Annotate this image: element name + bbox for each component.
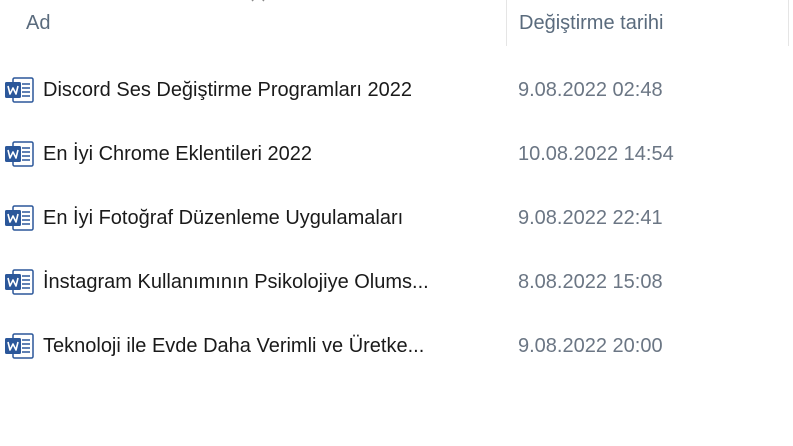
column-header-divider[interactable] bbox=[788, 0, 793, 46]
column-header-name[interactable]: Ad bbox=[0, 0, 506, 46]
word-document-icon bbox=[5, 205, 34, 231]
file-name: Discord Ses Değiştirme Programları 2022 bbox=[43, 79, 413, 101]
column-header-bar: Ad Değiştirme tarihi bbox=[0, 0, 793, 46]
file-name: En İyi Chrome Eklentileri 2022 bbox=[43, 143, 313, 165]
file-row[interactable]: En İyi Fotoğraf Düzenleme Uygulamaları 9… bbox=[0, 186, 793, 250]
file-modified-date: 9.08.2022 20:00 bbox=[518, 335, 663, 357]
file-row[interactable]: İnstagram Kullanımının Psikolojiye Olums… bbox=[0, 250, 793, 314]
file-row[interactable]: En İyi Chrome Eklentileri 2022 10.08.202… bbox=[0, 122, 793, 186]
file-row[interactable]: Teknoloji ile Evde Daha Verimli ve Üretk… bbox=[0, 314, 793, 378]
column-header-modified[interactable]: Değiştirme tarihi bbox=[506, 0, 788, 46]
file-row[interactable]: Discord Ses Değiştirme Programları 2022 … bbox=[0, 58, 793, 122]
column-header-name-label: Ad bbox=[26, 11, 51, 34]
file-list-view: Ad Değiştirme tarihi Discord Ses Değişti… bbox=[0, 0, 793, 446]
file-name: En İyi Fotoğraf Düzenleme Uygulamaları bbox=[43, 207, 404, 229]
chevron-up-icon bbox=[251, 0, 265, 2]
word-document-icon bbox=[5, 269, 34, 295]
word-document-icon bbox=[5, 77, 34, 103]
file-name: Teknoloji ile Evde Daha Verimli ve Üretk… bbox=[43, 335, 425, 357]
file-rows: Discord Ses Değiştirme Programları 2022 … bbox=[0, 58, 793, 378]
file-modified-date: 10.08.2022 14:54 bbox=[518, 143, 674, 165]
word-document-icon bbox=[5, 333, 34, 359]
column-header-modified-label: Değiştirme tarihi bbox=[519, 11, 664, 34]
file-modified-date: 9.08.2022 22:41 bbox=[518, 207, 663, 229]
word-document-icon bbox=[5, 141, 34, 167]
file-modified-date: 8.08.2022 15:08 bbox=[518, 271, 663, 293]
file-name: İnstagram Kullanımının Psikolojiye Olums… bbox=[43, 271, 429, 293]
file-modified-date: 9.08.2022 02:48 bbox=[518, 79, 663, 101]
